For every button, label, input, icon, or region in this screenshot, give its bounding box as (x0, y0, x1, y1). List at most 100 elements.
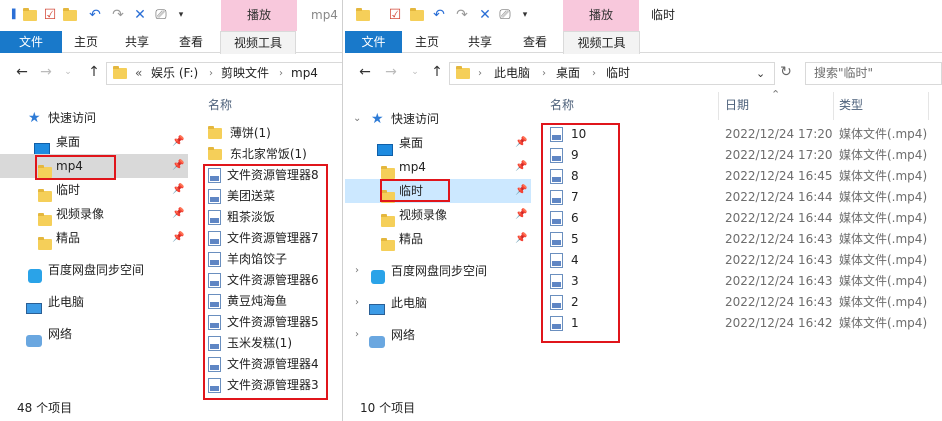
nav-quick-access[interactable]: ⌄ ★ 快速访问 (345, 107, 525, 131)
quick-access-toolbar: ☑ ↶ ↷ ✕ ⎚ ▾ (345, 0, 942, 31)
delete-icon[interactable]: ✕ (477, 7, 493, 23)
breadcrumb-drive[interactable]: 娱乐 (F:) (151, 63, 198, 84)
folder-row[interactable]: 薄饼(1) (208, 123, 271, 144)
nav-item-temp[interactable]: 临时 📌 (0, 178, 190, 202)
folder-icon[interactable] (355, 7, 371, 23)
redo-icon[interactable]: ↷ (454, 7, 470, 23)
pin-icon[interactable]: 📌 (172, 202, 184, 226)
refresh-icon[interactable]: ↻ (778, 64, 794, 80)
rename-icon[interactable]: ⎚ (497, 7, 513, 23)
delete-icon[interactable]: ✕ (132, 7, 148, 23)
address-dropdown-icon[interactable]: ⌄ (756, 63, 765, 84)
nav-this-pc[interactable]: 此电脑 (0, 290, 190, 314)
pin-icon[interactable]: 📌 (515, 155, 527, 179)
folder-icon[interactable] (22, 7, 38, 23)
pin-icon[interactable]: 📌 (172, 130, 184, 154)
tab-file[interactable]: 文件 (0, 31, 62, 53)
breadcrumb-current[interactable]: 临时 (606, 63, 630, 84)
properties-icon[interactable]: ☑ (387, 7, 403, 23)
breadcrumb-folder[interactable]: 剪映文件 (221, 63, 269, 84)
address-box[interactable]: « 娱乐 (F:) › 剪映文件 › mp4 (106, 62, 342, 85)
collapsed-chevron-icon[interactable]: › (355, 291, 359, 315)
folder-row[interactable]: 东北家常饭(1) (208, 144, 307, 165)
up-arrow-icon[interactable]: ↑ (429, 64, 445, 80)
nav-baidu-sync[interactable]: 百度网盘同步空间 (0, 258, 190, 283)
collapsed-chevron-icon[interactable]: › (355, 259, 359, 283)
column-header-name[interactable]: 名称 (208, 94, 232, 116)
status-item-count: 10 个项目 (360, 401, 416, 415)
column-header-date[interactable]: 日期 (725, 94, 749, 116)
rename-icon[interactable]: ⎚ (153, 7, 169, 23)
nav-item-mp4[interactable]: mp4 📌 (345, 155, 527, 179)
address-folder-icon (113, 63, 127, 84)
collapsed-chevron-icon[interactable]: › (355, 323, 359, 347)
breadcrumb-this-pc[interactable]: 此电脑 (494, 63, 530, 84)
tab-view[interactable]: 查看 (510, 31, 560, 53)
back-arrow-icon[interactable]: ← (14, 64, 30, 80)
pin-icon[interactable]: 📌 (172, 178, 184, 202)
pin-icon[interactable]: 📌 (515, 179, 527, 203)
new-folder-icon[interactable] (62, 7, 78, 23)
nav-item-video-recording[interactable]: 视频录像 📌 (0, 202, 190, 226)
pin-icon[interactable]: 📌 (515, 227, 527, 251)
customize-dropdown-icon[interactable]: ▾ (517, 7, 533, 23)
file-date: 2022/12/24 16:42 (725, 316, 833, 330)
forward-arrow-icon[interactable]: → (38, 64, 54, 80)
tab-file[interactable]: 文件 (345, 31, 402, 53)
context-tab-play[interactable]: 播放 (563, 0, 639, 31)
redo-icon[interactable]: ↷ (110, 7, 126, 23)
up-arrow-icon[interactable]: ↑ (86, 64, 102, 80)
new-folder-icon[interactable] (409, 7, 425, 23)
nav-label: 视频录像 (56, 207, 105, 221)
file-date: 2022/12/24 16:43 (725, 253, 833, 267)
properties-icon[interactable]: ☑ (42, 7, 58, 23)
tab-home[interactable]: 主页 (62, 31, 110, 53)
nav-quick-access[interactable]: ★ 快速访问 (0, 106, 190, 130)
forward-arrow-icon[interactable]: → (383, 64, 399, 80)
recent-dropdown-icon[interactable]: ⌄ (407, 64, 423, 80)
nav-this-pc[interactable]: › 此电脑 (345, 291, 525, 315)
address-box[interactable]: › 此电脑 › 桌面 › 临时 ⌄ (449, 62, 775, 85)
window-title: 临时 (651, 8, 676, 22)
undo-icon[interactable]: ↶ (431, 7, 447, 23)
breadcrumb-desktop[interactable]: 桌面 (556, 63, 580, 84)
pin-icon[interactable]: 📌 (172, 226, 184, 250)
nav-item-desktop[interactable]: 桌面 📌 (0, 130, 190, 155)
tab-video-tools[interactable]: 视频工具 (563, 31, 640, 54)
recent-dropdown-icon[interactable]: ⌄ (60, 64, 76, 80)
pin-icon[interactable]: 📌 (515, 203, 527, 227)
nav-network[interactable]: 网络 (0, 322, 190, 347)
file-date: 2022/12/24 16:44 (725, 190, 833, 204)
tab-share[interactable]: 共享 (112, 31, 162, 53)
nav-item-featured[interactable]: 精品 📌 (0, 226, 190, 250)
folder-icon (381, 233, 395, 257)
column-divider[interactable] (833, 92, 834, 120)
column-header-name[interactable]: 名称 (550, 94, 574, 116)
nav-baidu-sync[interactable]: › 百度网盘同步空间 (345, 259, 525, 284)
tab-share[interactable]: 共享 (455, 31, 505, 53)
tab-video-tools[interactable]: 视频工具 (220, 31, 296, 54)
customize-dropdown-icon[interactable]: ▾ (173, 7, 189, 23)
column-divider[interactable] (718, 92, 719, 120)
tab-home[interactable]: 主页 (402, 31, 452, 53)
pin-icon[interactable]: 📌 (172, 154, 184, 178)
nav-item-video-recording[interactable]: 视频录像 📌 (345, 203, 527, 227)
back-arrow-icon[interactable]: ← (357, 64, 373, 80)
tab-view[interactable]: 查看 (166, 31, 216, 53)
breadcrumb-current[interactable]: mp4 (291, 63, 318, 84)
address-overflow[interactable]: « (135, 63, 142, 84)
file-date: 2022/12/24 16:43 (725, 232, 833, 246)
pin-icon[interactable]: 📌 (515, 131, 527, 155)
column-header-type[interactable]: 类型 (839, 94, 863, 116)
nav-item-desktop[interactable]: 桌面 📌 (345, 131, 527, 156)
nav-item-featured[interactable]: 精品 📌 (345, 227, 527, 251)
search-input[interactable]: 搜索"临时" (805, 62, 942, 85)
column-divider[interactable] (928, 92, 929, 120)
context-tab-play[interactable]: 播放 (221, 0, 297, 31)
explorer-window-right: ☑ ↶ ↷ ✕ ⎚ ▾ 播放 临时 文件 主页 共享 查看 视频工具 ⌃ ← →… (345, 0, 942, 421)
collapse-chevron-icon[interactable]: ⌃ (771, 88, 780, 101)
address-folder-icon (456, 63, 470, 84)
expanded-chevron-icon[interactable]: ⌄ (353, 107, 361, 131)
undo-icon[interactable]: ↶ (87, 7, 103, 23)
nav-network[interactable]: › 网络 (345, 323, 525, 348)
